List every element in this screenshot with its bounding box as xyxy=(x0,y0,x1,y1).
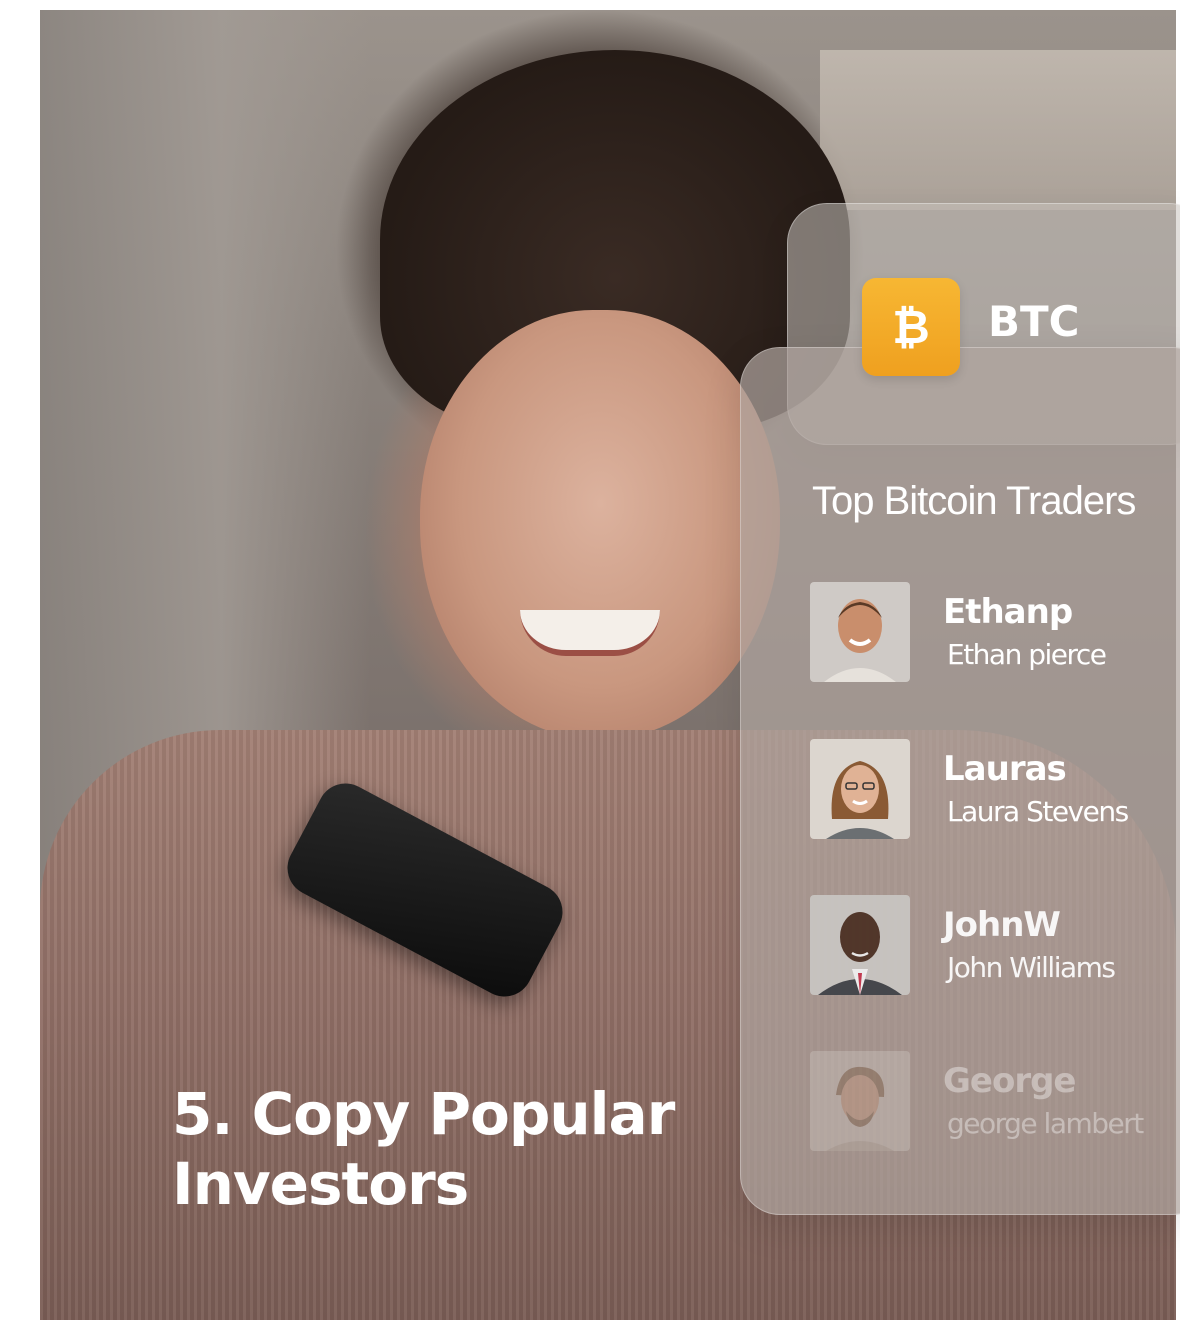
trader-full-name: Laura Stevens xyxy=(947,795,1129,828)
shelf-background xyxy=(820,50,1176,210)
trader-item[interactable]: JohnW John Williams xyxy=(810,895,1180,995)
headline-line-2: Investors xyxy=(172,1149,469,1218)
traders-panel-title: Top Bitcoin Traders xyxy=(812,479,1136,523)
avatar xyxy=(810,582,910,682)
trader-full-name: Ethan pierce xyxy=(947,638,1107,671)
woman-face xyxy=(420,310,780,740)
trader-username: JohnW xyxy=(943,905,1061,945)
avatar xyxy=(810,739,910,839)
trader-username: Ethanp xyxy=(943,592,1073,632)
trader-full-name: John Williams xyxy=(947,951,1116,984)
section-headline: 5. Copy Popular Investors xyxy=(172,1080,692,1219)
trader-username: Lauras xyxy=(943,749,1067,789)
trader-item[interactable]: George george lambert xyxy=(810,1051,1180,1151)
avatar xyxy=(810,1051,910,1151)
trader-username: George xyxy=(943,1061,1076,1101)
coin-ticker: BTC xyxy=(988,297,1080,346)
avatar xyxy=(810,895,910,995)
bitcoin-symbol: ₿ xyxy=(892,300,930,354)
trader-full-name: george lambert xyxy=(947,1107,1144,1140)
bitcoin-icon: ₿ xyxy=(862,278,960,376)
trader-item[interactable]: Lauras Laura Stevens xyxy=(810,739,1180,839)
trader-item[interactable]: Ethanp Ethan pierce xyxy=(810,582,1180,682)
headline-line-1: 5. Copy Popular xyxy=(172,1080,675,1148)
